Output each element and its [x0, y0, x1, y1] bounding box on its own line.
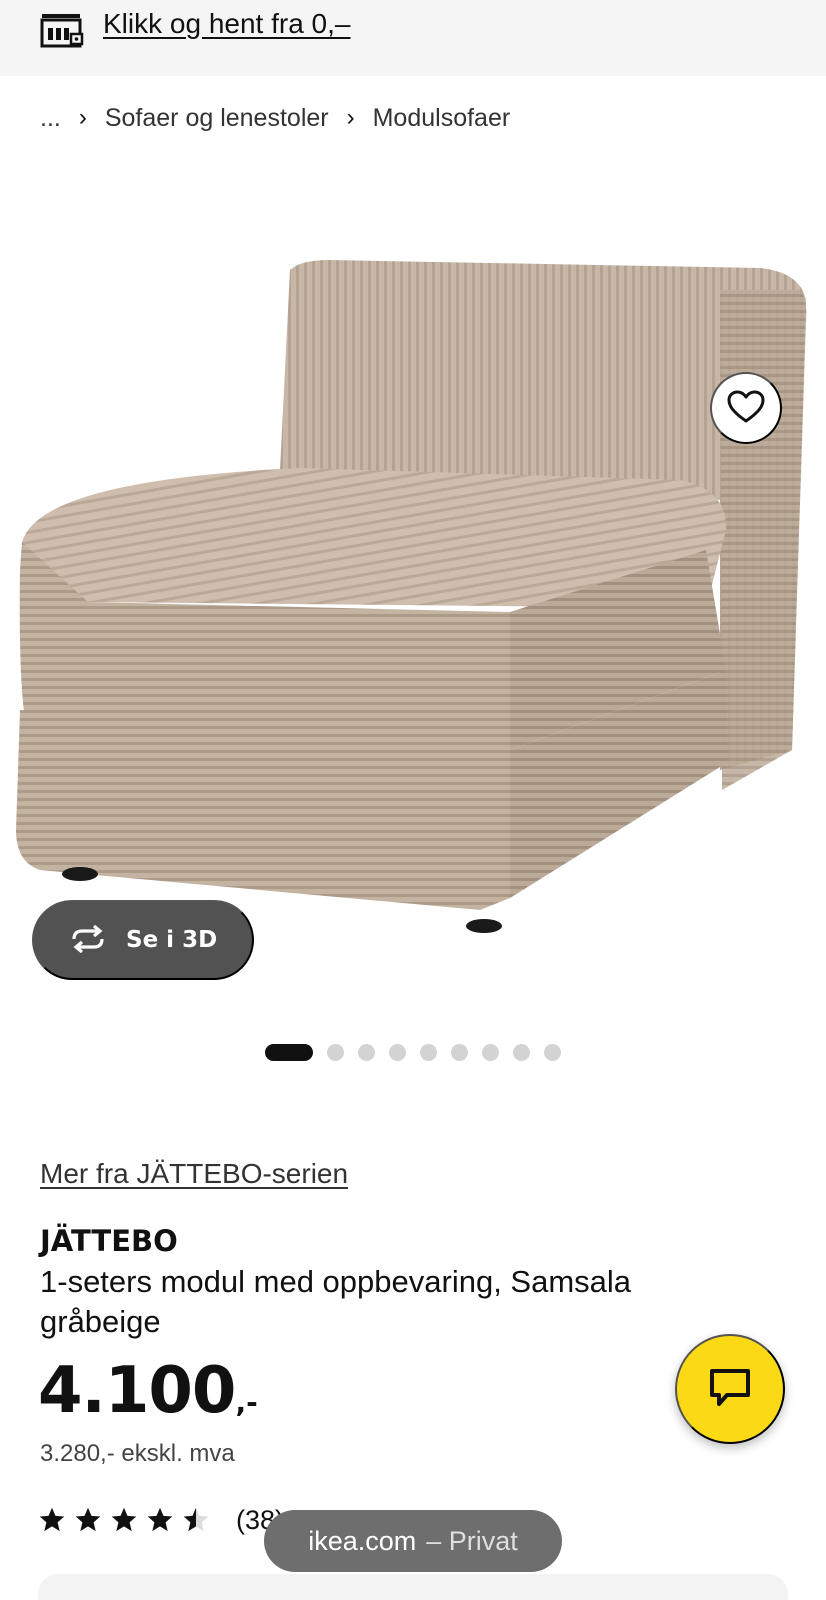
browser-address-pill[interactable]: ikea.com – Privat: [264, 1510, 562, 1572]
star-half-icon: [182, 1506, 210, 1534]
chat-bubble-icon: [709, 1368, 751, 1411]
product-description: 1-seters modul med oppbevaring, Samsala …: [40, 1264, 632, 1339]
chat-button[interactable]: [675, 1334, 785, 1444]
carousel-dot-8[interactable]: [513, 1043, 530, 1061]
breadcrumb: ... › Sofaer og lenestoler › Modulsofaer: [40, 102, 510, 134]
product-image: [16, 260, 807, 933]
price-suffix: ,-: [235, 1386, 258, 1419]
price-excl-vat: 3.280,- ekskl. mva: [40, 1440, 235, 1467]
rotate-icon: [68, 924, 108, 956]
product-gallery[interactable]: Se i 3D: [0, 150, 826, 1020]
star-full-icon: [146, 1506, 174, 1534]
carousel-dot-7[interactable]: [482, 1043, 499, 1061]
breadcrumb-sofas[interactable]: Sofaer og lenestoler: [105, 104, 329, 133]
breadcrumb-modular-sofas[interactable]: Modulsofaer: [373, 104, 511, 133]
favorite-button[interactable]: [710, 372, 782, 444]
browser-mode: – Privat: [426, 1525, 518, 1556]
carousel-dot-4[interactable]: [389, 1043, 406, 1061]
carousel-dot-1[interactable]: [265, 1043, 313, 1061]
browser-domain: ikea.com: [308, 1525, 417, 1556]
view-in-3d-label: Se i 3D: [126, 927, 218, 953]
click-collect-bar: Klikk og hent fra 0,–: [0, 0, 826, 76]
star-full-icon: [110, 1506, 138, 1534]
chevron-right-icon: ›: [78, 104, 87, 131]
carousel-dot-5[interactable]: [420, 1043, 437, 1061]
star-full-icon: [38, 1506, 66, 1534]
carousel-dot-3[interactable]: [358, 1043, 375, 1061]
heart-icon: [727, 390, 765, 427]
chevron-right-icon: ›: [346, 104, 355, 131]
rating[interactable]: (38): [38, 1502, 284, 1538]
store-icon: [40, 12, 84, 48]
carousel-dot-6[interactable]: [451, 1043, 468, 1061]
breadcrumb-ellipsis[interactable]: ...: [40, 104, 61, 133]
series-link[interactable]: Mer fra JÄTTEBO-serien: [40, 1158, 348, 1190]
price-amount: 4.100: [38, 1354, 236, 1428]
carousel-indicator: [0, 1043, 826, 1061]
star-full-icon: [74, 1506, 102, 1534]
next-section-card: [38, 1574, 788, 1600]
click-collect-link[interactable]: Klikk og hent fra 0,–: [103, 8, 350, 40]
product-price: 4.100 ,-: [38, 1354, 258, 1428]
carousel-dot-9[interactable]: [544, 1043, 561, 1061]
carousel-dot-2[interactable]: [327, 1043, 344, 1061]
view-in-3d-button[interactable]: Se i 3D: [32, 900, 254, 980]
product-name: JÄTTEBO: [40, 1224, 178, 1258]
